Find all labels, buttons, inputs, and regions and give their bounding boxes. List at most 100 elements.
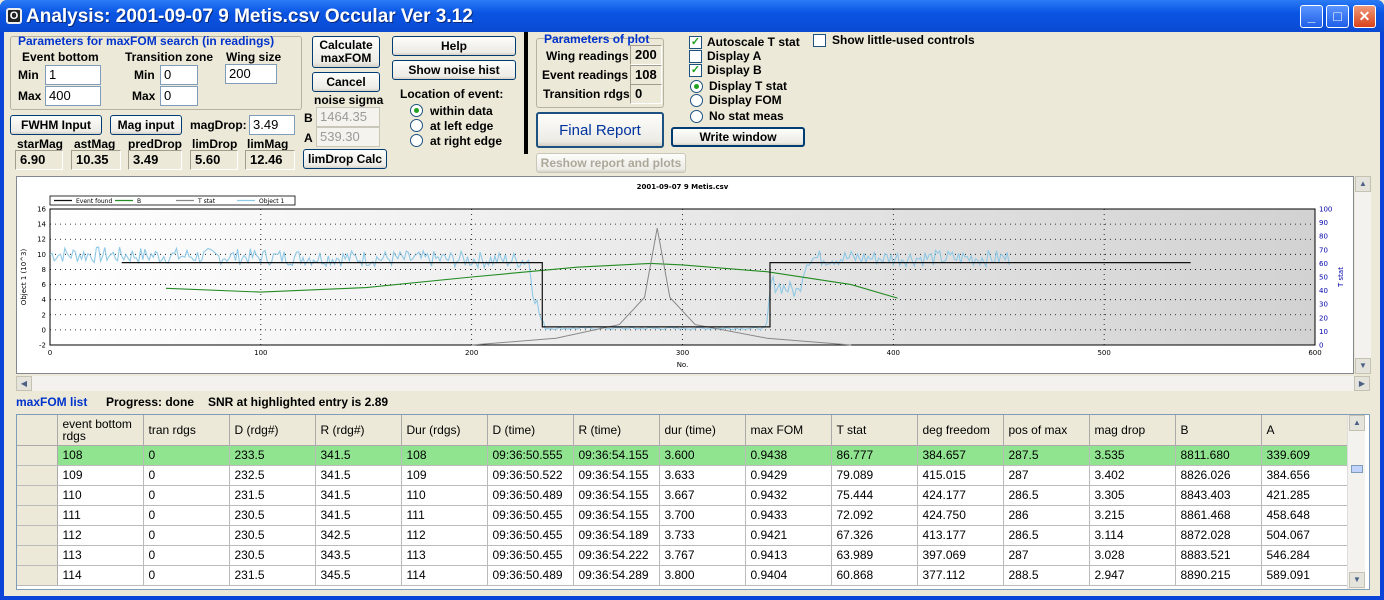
chart-hscrollbar[interactable]: ◀ ▶	[16, 376, 1370, 391]
y2-tick-label: 10	[1319, 328, 1328, 336]
no-stat-meas-radio[interactable]	[690, 110, 703, 123]
table-cell: 09:36:50.555	[487, 445, 574, 466]
row-header[interactable]	[17, 525, 58, 546]
grid-vscrollbar[interactable]: ▲ ▼	[1347, 415, 1365, 589]
column-header[interactable]: D (time)	[487, 415, 574, 446]
table-cell: 09:36:50.455	[487, 545, 574, 566]
chart-scroll-down[interactable]: ▼	[1355, 358, 1371, 374]
magdrop-input[interactable]: 3.49	[249, 115, 295, 135]
column-header[interactable]: A	[1261, 415, 1348, 446]
title-bar[interactable]: O Analysis: 2001-09-07 9 Metis.csv Occul…	[0, 0, 1384, 32]
grid-scroll-down[interactable]: ▼	[1349, 572, 1365, 588]
column-header[interactable]: R (rdg#)	[315, 415, 402, 446]
table-row[interactable]: 109 0 232.5 341.5 109 09:36:50.522 09:36:54.15…	[17, 465, 1348, 486]
transition-min-label: Min	[134, 68, 155, 82]
row-header[interactable]	[17, 545, 58, 566]
y2-tick-label: 40	[1319, 287, 1328, 295]
table-cell: 0	[143, 525, 230, 546]
column-header[interactable]: D (rdg#)	[229, 415, 316, 446]
help-button[interactable]: Help	[392, 36, 516, 56]
grid-scroll-thumb[interactable]	[1351, 465, 1363, 473]
row-header[interactable]	[17, 485, 58, 506]
table-cell: 413.177	[917, 525, 1004, 546]
column-header[interactable]: tran rdgs	[143, 415, 230, 446]
calculate-maxfom-button[interactable]: Calculate maxFOM	[312, 36, 380, 68]
table-row[interactable]: 111 0 230.5 341.5 111 09:36:50.455 09:36:54.15…	[17, 505, 1348, 526]
little-used-checkbox[interactable]	[813, 34, 826, 47]
column-header[interactable]: T stat	[831, 415, 918, 446]
table-cell: 09:36:54.155	[573, 485, 660, 506]
row-header[interactable]	[17, 505, 58, 526]
column-header[interactable]: dur (time)	[659, 415, 746, 446]
table-cell: 09:36:50.489	[487, 565, 574, 586]
show-noise-hist-button[interactable]: Show noise hist	[392, 60, 516, 80]
event-max-input[interactable]: 400	[45, 86, 101, 106]
row-header[interactable]	[17, 465, 58, 486]
column-header[interactable]: Dur (rdgs)	[401, 415, 488, 446]
table-row[interactable]: 113 0 230.5 343.5 113 09:36:50.455 09:36:54.22…	[17, 545, 1348, 566]
display-a-checkbox[interactable]	[689, 50, 702, 63]
transition-max-input[interactable]: 0	[160, 86, 198, 106]
table-row[interactable]: 114 0 231.5 345.5 114 09:36:50.489 09:36:54.28…	[17, 565, 1348, 586]
y2-tick-label: 50	[1319, 274, 1328, 282]
y2-tick-label: 60	[1319, 260, 1328, 268]
column-header[interactable]: pos of max	[1003, 415, 1090, 446]
row-header[interactable]	[17, 445, 58, 466]
column-header[interactable]: mag drop	[1089, 415, 1176, 446]
legend-entry: T stat	[197, 198, 216, 205]
display-fom-radio[interactable]	[690, 94, 703, 107]
table-cell: 286.5	[1003, 485, 1090, 506]
final-report-button[interactable]: Final Report	[536, 112, 664, 148]
location-within-radio[interactable]	[410, 104, 423, 117]
chart-scroll-right[interactable]: ▶	[1354, 376, 1370, 391]
wing-size-input[interactable]: 200	[225, 64, 277, 84]
location-left-radio[interactable]	[410, 119, 423, 132]
location-right-label: at right edge	[430, 134, 503, 148]
column-header[interactable]: max FOM	[745, 415, 832, 446]
chart-vscrollbar[interactable]: ▲ ▼	[1355, 176, 1371, 374]
table-cell: 3.535	[1089, 445, 1176, 466]
noise-sigma-label: noise sigma	[314, 93, 384, 107]
row-header[interactable]	[17, 565, 58, 586]
write-window-button[interactable]: Write window	[671, 127, 805, 147]
reshow-button[interactable]: Reshow report and plots	[536, 153, 686, 173]
table-cell: 112	[57, 525, 144, 546]
chart-scroll-left[interactable]: ◀	[16, 376, 32, 391]
autoscale-checkbox[interactable]: ✓	[689, 36, 702, 49]
maximize-button[interactable]: □	[1326, 5, 1349, 28]
table-row[interactable]: 112 0 230.5 342.5 112 09:36:50.455 09:36:54.18…	[17, 525, 1348, 546]
grid-scroll-up[interactable]: ▲	[1349, 415, 1365, 431]
table-cell: 0	[143, 565, 230, 586]
table-cell: 113	[57, 545, 144, 566]
display-b-checkbox[interactable]: ✓	[689, 64, 702, 77]
cancel-button[interactable]: Cancel	[312, 72, 380, 92]
column-header[interactable]: R (time)	[573, 415, 660, 446]
close-button[interactable]: ✕	[1353, 5, 1376, 28]
table-cell: 09:36:54.155	[573, 505, 660, 526]
transition-rdgs-label: Transition rdgs	[543, 87, 630, 101]
fwhm-input-button[interactable]: FWHM Input	[10, 115, 102, 135]
chart-scroll-up[interactable]: ▲	[1355, 176, 1371, 192]
table-cell: 424.177	[917, 485, 1004, 506]
display-tstat-radio[interactable]	[690, 80, 703, 93]
table-cell: 09:36:54.189	[573, 525, 660, 546]
mag-input-button[interactable]: Mag input	[110, 115, 182, 135]
separator	[524, 32, 528, 154]
table-row[interactable]: 110 0 231.5 341.5 110 09:36:50.489 09:36:54.15…	[17, 485, 1348, 506]
column-header[interactable]: deg freedom	[917, 415, 1004, 446]
table-cell: 114	[57, 565, 144, 586]
table-cell: 384.657	[917, 445, 1004, 466]
limdrop-calc-button[interactable]: limDrop Calc	[303, 149, 387, 169]
column-header[interactable]: B	[1175, 415, 1262, 446]
event-min-input[interactable]: 1	[45, 65, 101, 85]
transition-min-input[interactable]: 0	[160, 65, 198, 85]
table-cell: 2.947	[1089, 565, 1176, 586]
location-right-radio[interactable]	[410, 134, 423, 147]
table-cell: 110	[57, 485, 144, 506]
column-header[interactable]: event bottom rdgs	[57, 415, 144, 446]
chart-svg: -202468101214160 100 200 300 400 500 600010203…	[20, 183, 1345, 369]
minimize-button[interactable]: _	[1300, 5, 1323, 28]
y-tick-label: -2	[39, 342, 46, 350]
table-row[interactable]: 108 0 233.5 341.5 108 09:36:50.555 09:36:54.15…	[17, 445, 1348, 466]
table-cell: 0.9404	[745, 565, 832, 586]
